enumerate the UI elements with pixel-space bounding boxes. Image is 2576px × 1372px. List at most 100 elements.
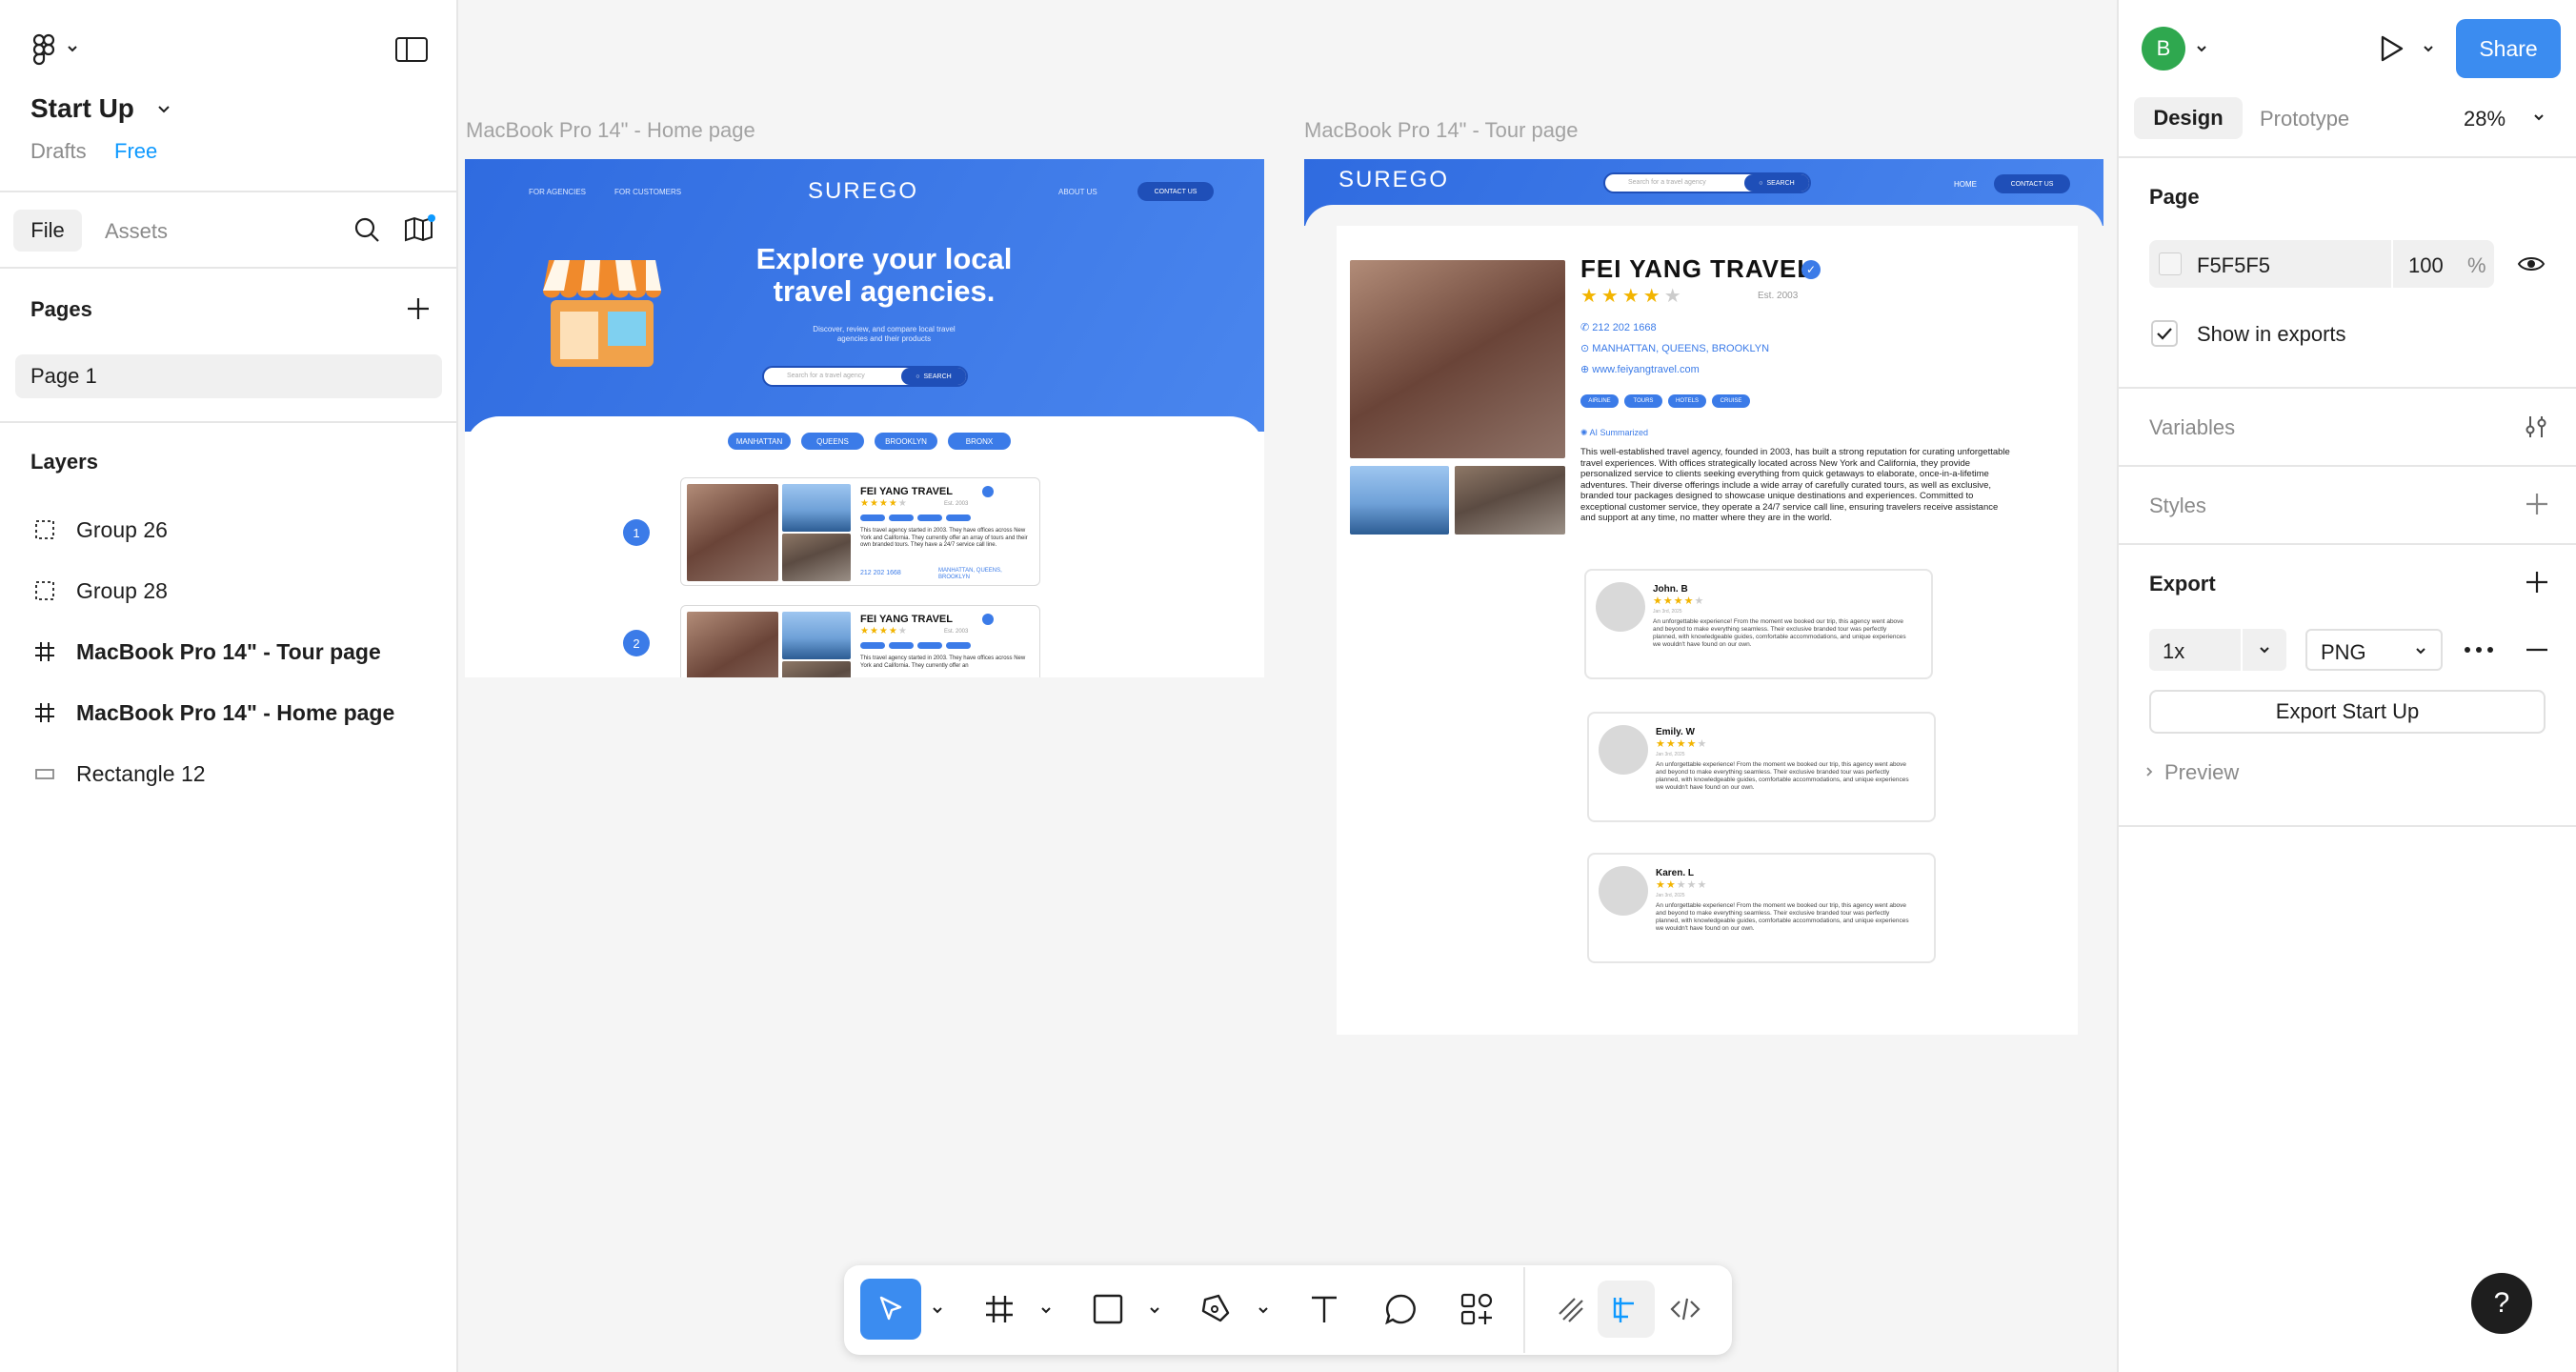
home-search-bar[interactable]: Search for a travel agency ○ SEARCH (762, 366, 968, 387)
show-in-exports-checkbox[interactable] (2151, 320, 2178, 347)
agency-website[interactable]: ⊕ www.feiyangtravel.com (1580, 363, 1700, 375)
share-button[interactable]: Share (2456, 19, 2561, 78)
result-photo-ship (782, 484, 851, 532)
layer-home-page[interactable]: MacBook Pro 14" - Home page (30, 694, 394, 732)
dev-mode-button[interactable] (1655, 1279, 1716, 1340)
export-format-select[interactable]: PNG (2305, 629, 2443, 671)
code-icon (1670, 1298, 1701, 1321)
chevron-down-icon[interactable] (2532, 111, 2546, 124)
nav-about-us[interactable]: ABOUT US (1058, 188, 1097, 196)
chevron-down-icon[interactable] (1039, 1303, 1053, 1317)
library-icon[interactable] (402, 213, 436, 244)
file-name[interactable]: Start Up (30, 93, 134, 124)
home-logo[interactable]: SUREGO (808, 178, 918, 205)
tag-airline[interactable]: AIRLINE (1580, 394, 1619, 408)
text-tool-button[interactable] (1294, 1279, 1355, 1340)
page-color-hex[interactable]: F5F5F5 (2197, 253, 2270, 278)
tag-hotels[interactable]: HOTELS (1668, 394, 1706, 408)
home-search-input[interactable]: Search for a travel agency (787, 373, 865, 379)
preview-toggle[interactable]: Preview (2164, 760, 2239, 785)
page-color-field[interactable]: F5F5F5 100 % (2149, 240, 2494, 288)
agency-est: Est. 2003 (1758, 291, 1799, 301)
tour-frame-label[interactable]: MacBook Pro 14" - Tour page (1304, 118, 1578, 143)
result-card-1[interactable]: FEI YANG TRAVEL ★★★★★ Est. 2003 This tra… (680, 477, 1040, 586)
remove-export-icon[interactable] (2525, 640, 2549, 659)
nav-for-customers[interactable]: FOR CUSTOMERS (614, 188, 681, 196)
user-avatar[interactable]: B (2142, 27, 2185, 71)
zoom-level[interactable]: 28% (2464, 107, 2506, 131)
pen-tool-button[interactable] (1186, 1279, 1247, 1340)
nav-home[interactable]: HOME (1954, 180, 1977, 189)
show-in-exports-label[interactable]: Show in exports (2197, 322, 2346, 347)
tour-search-button[interactable]: ○ SEARCH (1744, 174, 1809, 192)
tour-search-input[interactable]: Search for a travel agency (1628, 179, 1706, 186)
tab-file[interactable]: File (13, 210, 82, 252)
design-mode-button[interactable] (1598, 1281, 1655, 1338)
toggle-sidebar-icon[interactable] (394, 36, 429, 63)
frame-tool-button[interactable] (969, 1279, 1030, 1340)
layer-rectangle-12[interactable]: Rectangle 12 (30, 755, 206, 793)
chevron-down-icon[interactable] (1148, 1303, 1161, 1317)
search-icon[interactable] (352, 215, 381, 244)
add-export-icon[interactable] (2525, 570, 2549, 595)
chevron-down-icon[interactable] (1257, 1303, 1270, 1317)
layer-tour-page[interactable]: MacBook Pro 14" - Tour page (30, 633, 381, 671)
present-play-icon[interactable] (2374, 32, 2406, 65)
shape-tool-button[interactable] (1077, 1279, 1138, 1340)
ai-summarized-text: AI Summarized (1589, 428, 1649, 437)
verified-icon (982, 486, 994, 497)
move-tool-button[interactable] (860, 1279, 921, 1340)
tour-search-bar[interactable]: Search for a travel agency ○ SEARCH (1603, 172, 1811, 193)
tag-cruise[interactable]: CRUISE (1712, 394, 1750, 408)
tab-assets[interactable]: Assets (105, 219, 168, 244)
variables-settings-icon[interactable] (2523, 414, 2549, 440)
result-card-2[interactable]: FEI YANG TRAVEL ★★★★★ Est. 2003 This tra… (680, 605, 1040, 677)
color-swatch[interactable] (2159, 252, 2182, 275)
eye-icon[interactable] (2517, 252, 2546, 276)
more-options-icon[interactable] (2462, 640, 2496, 659)
borough-manhattan[interactable]: MANHATTAN (728, 433, 791, 450)
export-button[interactable]: Export Start Up (2149, 690, 2546, 734)
tour-page-frame[interactable]: SUREGO Search for a travel agency ○ SEARC… (1304, 159, 2103, 1035)
home-frame-label[interactable]: MacBook Pro 14" - Home page (466, 118, 755, 143)
tab-design[interactable]: Design (2134, 97, 2243, 139)
tab-prototype[interactable]: Prototype (2260, 107, 2349, 131)
canvas[interactable]: MacBook Pro 14" - Home page MacBook Pro … (458, 0, 2117, 1372)
tour-logo[interactable]: SUREGO (1338, 167, 1449, 193)
chevron-down-icon[interactable] (931, 1303, 944, 1317)
chevron-down-icon[interactable] (2195, 42, 2208, 55)
nav-contact-us[interactable]: CONTACT US (1137, 182, 1214, 201)
help-button[interactable]: ? (2471, 1273, 2532, 1334)
export-scale-value: 1x (2163, 639, 2185, 663)
layer-group-26[interactable]: Group 26 (30, 511, 168, 549)
chevron-down-icon[interactable] (156, 103, 171, 116)
nav-for-agencies[interactable]: FOR AGENCIES (529, 188, 586, 196)
page-opacity[interactable]: 100 (2408, 253, 2444, 278)
layer-label: Group 28 (76, 577, 168, 603)
right-sidebar: B Share Design Prototype 28% Page F5F5F5… (2117, 0, 2576, 1372)
borough-brooklyn[interactable]: BROOKLYN (875, 433, 937, 450)
plan-badge[interactable]: Free (114, 139, 157, 164)
home-search-button[interactable]: ○ SEARCH (901, 368, 966, 385)
borough-queens[interactable]: QUEENS (801, 433, 864, 450)
actions-tool-button[interactable] (1446, 1279, 1507, 1340)
chevron-down-icon[interactable] (2422, 42, 2435, 55)
layer-group-28[interactable]: Group 28 (30, 572, 168, 610)
chevron-right-icon[interactable] (2143, 766, 2155, 777)
add-style-icon[interactable] (2525, 492, 2549, 516)
agency-website-text[interactable]: www.feiyangtravel.com (1592, 364, 1700, 375)
comment-tool-button[interactable] (1370, 1279, 1431, 1340)
borough-bronx[interactable]: BRONX (948, 433, 1011, 450)
page-item-page-1[interactable]: Page 1 (15, 354, 442, 398)
result-est: Est. 2003 (944, 629, 969, 635)
nav-contact-us[interactable]: CONTACT US (1994, 174, 2070, 193)
result-agency-name[interactable]: FEI YANG TRAVEL (860, 614, 953, 625)
file-location[interactable]: Drafts (30, 139, 87, 164)
result-agency-name[interactable]: FEI YANG TRAVEL (860, 486, 953, 497)
tag-tours[interactable]: TOURS (1624, 394, 1662, 408)
home-page-frame[interactable]: FOR AGENCIES FOR CUSTOMERS SUREGO ABOUT … (465, 159, 1264, 677)
export-scale-select[interactable]: 1x (2149, 629, 2286, 671)
draw-mode-button[interactable] (1540, 1279, 1601, 1340)
add-page-icon[interactable] (406, 296, 431, 321)
figma-menu-icon[interactable] (29, 32, 78, 67)
